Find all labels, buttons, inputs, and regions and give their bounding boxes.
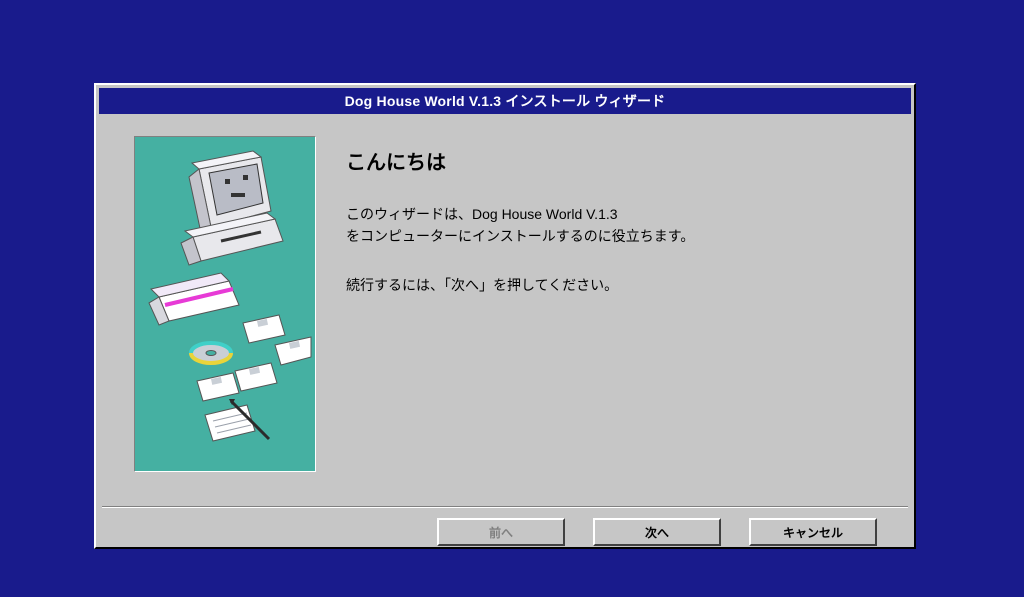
content-area: こんにちは このウィザードは、Dog House World V.1.3 をコン… bbox=[99, 114, 911, 506]
button-bar: 前へ 次へ キャンセル bbox=[99, 508, 911, 546]
wizard-window: Dog House World V.1.3 インストール ウィザード bbox=[94, 83, 916, 549]
cancel-button[interactable]: キャンセル bbox=[749, 518, 877, 546]
retro-computer-icon bbox=[135, 137, 315, 471]
wizard-text: こんにちは このウィザードは、Dog House World V.1.3 をコン… bbox=[316, 136, 694, 506]
body-line-2: をコンピューターにインストールするのに役立ちます。 bbox=[346, 225, 694, 247]
back-button: 前へ bbox=[437, 518, 565, 546]
window-title: Dog House World V.1.3 インストール ウィザード bbox=[99, 88, 911, 114]
illustration-panel bbox=[134, 136, 316, 472]
body-line-3: 続行するには、「次へ」を押してください。 bbox=[346, 274, 694, 296]
body-line-1: このウィザードは、Dog House World V.1.3 bbox=[346, 203, 694, 225]
next-button[interactable]: 次へ bbox=[593, 518, 721, 546]
welcome-heading: こんにちは bbox=[346, 146, 694, 175]
window-inner: Dog House World V.1.3 インストール ウィザード bbox=[99, 88, 911, 544]
